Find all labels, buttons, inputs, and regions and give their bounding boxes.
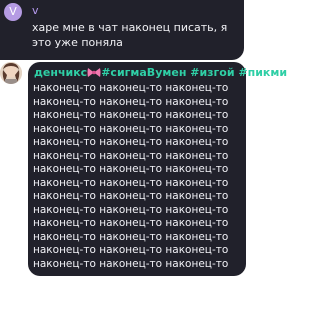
message-line: наконец-то наконец-то наконец-то <box>33 257 229 270</box>
avatar[interactable] <box>0 62 22 84</box>
message-line: наконец-то наконец-то наконец-то <box>33 190 229 202</box>
sender-name-text: денчикс <box>34 66 88 79</box>
message-line: наконец-то наконец-то наконец-то <box>33 136 229 148</box>
message-line: наконец-то наконец-то наконец-то <box>33 176 229 189</box>
message-line: наконец-то наконец-то наконец-то <box>33 244 229 256</box>
avatar[interactable]: V <box>4 3 22 21</box>
avatar-letter: V <box>9 5 17 18</box>
message-bubble[interactable]: денчикс #сигмаВумен #изгой #пикми наконец… <box>28 62 287 276</box>
message-line: наконец-то наконец-то наконец-то <box>33 149 229 162</box>
message-line: наконец-то наконец-то наконец-то <box>33 230 229 243</box>
message-line: наконец-то наконец-то наконец-то <box>33 95 229 108</box>
message-text: наконец-то наконец-то наконец-то наконец… <box>33 82 245 271</box>
sender-name[interactable]: денчикс #сигмаВумен #изгой #пикми <box>34 66 287 79</box>
message-line: наконец-то наконец-то наконец-то <box>33 217 229 229</box>
message-line: наконец-то наконец-то наконец-то <box>33 163 229 175</box>
message-line: наконец-то наконец-то наконец-то <box>33 122 229 135</box>
chat-view: V v харе мне в чат наконец писать, я это… <box>0 0 287 320</box>
sender-tags: #сигмаВумен #изгой #пикми <box>101 66 288 79</box>
message-line: наконец-то наконец-то наконец-то <box>33 109 229 121</box>
message-text: харе мне в чат наконец писать, я это уже… <box>32 21 228 49</box>
sender-name[interactable]: v <box>32 4 39 17</box>
bow-icon <box>87 68 101 77</box>
message-line: наконец-то наконец-то наконец-то <box>33 203 229 216</box>
message-bubble-previous[interactable]: V v харе мне в чат наконец писать, я это… <box>0 0 244 60</box>
message-line: наконец-то наконец-то наконец-то <box>33 82 229 94</box>
